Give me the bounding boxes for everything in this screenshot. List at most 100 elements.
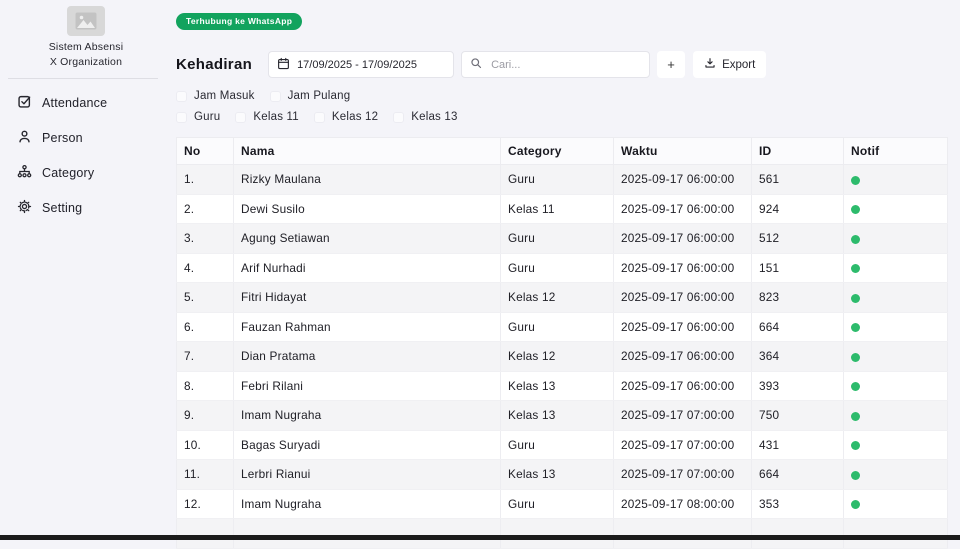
cell-id: 151 bbox=[751, 253, 844, 283]
table-row: 3. Agung Setiawan Guru 2025-09-17 06:00:… bbox=[176, 223, 948, 254]
column-header-nama: Nama bbox=[233, 137, 501, 165]
notif-dot bbox=[851, 293, 860, 303]
cell-id: 750 bbox=[751, 400, 844, 431]
table-row: 8. Febri Rilani Kelas 13 2025-09-17 06:0… bbox=[176, 371, 948, 401]
toolbar: Kehadiran 17/09/2025 - 17/09/2025 Cari..… bbox=[176, 51, 948, 78]
sidebar-item-label: Category bbox=[42, 165, 95, 180]
calendar-icon bbox=[277, 57, 290, 73]
cell-notif bbox=[843, 164, 948, 195]
cell-id: 512 bbox=[751, 223, 844, 254]
window-bottom-edge bbox=[0, 535, 960, 540]
cell-category: Kelas 13 bbox=[500, 459, 614, 490]
cell-waktu: 2025-09-17 06:00:00 bbox=[613, 223, 752, 254]
cell-category: Guru bbox=[500, 253, 614, 283]
filter-option[interactable]: Jam Pulang bbox=[269, 90, 351, 102]
table-row: 6. Fauzan Rahman Guru 2025-09-17 06:00:0… bbox=[176, 312, 948, 342]
cell-waktu: 2025-09-17 06:00:00 bbox=[613, 282, 752, 313]
sidebar-item-person[interactable]: Person bbox=[0, 120, 172, 155]
cell-id: 664 bbox=[751, 459, 844, 490]
cell-notif bbox=[843, 194, 948, 224]
export-button-label: Export bbox=[722, 58, 756, 71]
date-range-picker[interactable]: 17/09/2025 - 17/09/2025 bbox=[268, 51, 455, 78]
sidebar: Sistem Absensi X Organization Attendance bbox=[0, 0, 172, 540]
cell-waktu: 2025-09-17 06:00:00 bbox=[613, 341, 752, 372]
cell-id: 393 bbox=[751, 371, 844, 401]
cell-id: 364 bbox=[751, 341, 844, 372]
cell-category: Kelas 11 bbox=[500, 194, 614, 224]
gear-icon bbox=[17, 199, 32, 217]
sitemap-icon bbox=[17, 164, 32, 182]
cell-notif bbox=[843, 312, 948, 342]
notif-dot bbox=[851, 441, 860, 451]
filter-checkbox[interactable] bbox=[393, 111, 405, 123]
cell-nama: Febri Rilani bbox=[233, 371, 501, 401]
cell-waktu: 2025-09-17 07:00:00 bbox=[613, 430, 752, 460]
column-header-notif: Notif bbox=[843, 137, 948, 165]
logo-image-placeholder-icon bbox=[67, 6, 105, 36]
notif-dot bbox=[851, 234, 860, 244]
table-row: 12. Imam Nugraha Guru 2025-09-17 08:00:0… bbox=[176, 489, 948, 519]
table-row: 9. Imam Nugraha Kelas 13 2025-09-17 07:0… bbox=[176, 400, 948, 431]
filter-option[interactable]: Jam Masuk bbox=[176, 90, 255, 102]
filter-checkbox[interactable] bbox=[269, 90, 281, 102]
sidebar-item-category[interactable]: Category bbox=[0, 155, 172, 190]
filter-label: Guru bbox=[194, 111, 221, 123]
filter-option[interactable]: Kelas 13 bbox=[393, 111, 457, 123]
cell-nama: Imam Nugraha bbox=[233, 400, 501, 431]
cell-notif bbox=[843, 282, 948, 313]
add-button[interactable]: + bbox=[657, 51, 686, 78]
cell-no: 10. bbox=[176, 430, 234, 460]
filter-option[interactable]: Kelas 12 bbox=[313, 111, 378, 123]
table-row: 7. Dian Pratama Kelas 12 2025-09-17 06:0… bbox=[176, 341, 948, 372]
filter-row-time: Jam Masuk Jam Pulang bbox=[176, 89, 948, 103]
sidebar-item-attendance[interactable]: Attendance bbox=[0, 85, 172, 120]
cell-no: 2. bbox=[176, 194, 234, 224]
cell-category: Kelas 13 bbox=[500, 371, 614, 401]
filter-row-category: Guru Kelas 11 Kelas 12 Kelas 13 bbox=[176, 110, 948, 124]
filter-checkbox[interactable] bbox=[235, 111, 247, 123]
notif-dot bbox=[851, 500, 860, 510]
cell-category: Kelas 13 bbox=[500, 400, 614, 431]
filter-label: Kelas 13 bbox=[411, 111, 458, 123]
filter-checkbox[interactable] bbox=[176, 111, 187, 123]
cell-id: 431 bbox=[751, 430, 844, 460]
filter-checkbox[interactable] bbox=[176, 90, 187, 102]
notif-dot bbox=[851, 205, 860, 215]
app-subtitle: X Organization bbox=[49, 56, 123, 68]
cell-notif bbox=[843, 223, 948, 254]
sidebar-item-label: Person bbox=[42, 130, 83, 145]
cell-id: 561 bbox=[751, 164, 844, 195]
cell-no: 1. bbox=[176, 164, 234, 195]
cell-no: 6. bbox=[176, 312, 234, 342]
filter-option[interactable]: Kelas 11 bbox=[235, 111, 299, 123]
cell-no: 3. bbox=[176, 223, 234, 254]
whatsapp-status-badge: Terhubung ke WhatsApp bbox=[176, 13, 303, 30]
table-row-partial bbox=[176, 518, 948, 549]
cell-category: Guru bbox=[500, 164, 614, 195]
sidebar-divider bbox=[8, 78, 158, 79]
table-body: 1. Rizky Maulana Guru 2025-09-17 06:00:0… bbox=[176, 164, 948, 549]
cell-id: 353 bbox=[751, 489, 844, 519]
search-input[interactable] bbox=[489, 57, 642, 72]
cell-notif bbox=[843, 459, 948, 490]
column-header-waktu: Waktu bbox=[613, 137, 752, 165]
filter-checkbox[interactable] bbox=[313, 111, 325, 123]
table-row: 10. Bagas Suryadi Guru 2025-09-17 07:00:… bbox=[176, 430, 948, 460]
cell-no: 9. bbox=[176, 400, 234, 431]
column-header-id: ID bbox=[751, 137, 844, 165]
filter-option[interactable]: Guru bbox=[176, 111, 220, 123]
sidebar-item-setting[interactable]: Setting bbox=[0, 190, 172, 225]
search-box[interactable] bbox=[461, 51, 651, 78]
notif-dot bbox=[851, 411, 860, 421]
cell-nama: Bagas Suryadi bbox=[233, 430, 501, 460]
cell-no: 11. bbox=[176, 459, 234, 490]
notif-dot bbox=[851, 470, 860, 480]
cell-no: 7. bbox=[176, 341, 234, 372]
cell-waktu: 2025-09-17 06:00:00 bbox=[613, 194, 752, 224]
export-button[interactable]: Export bbox=[693, 51, 767, 78]
column-header-category: Category bbox=[500, 137, 614, 165]
cell-category: Guru bbox=[500, 489, 614, 519]
cell-id: 924 bbox=[751, 194, 844, 224]
cell-waktu: 2025-09-17 08:00:00 bbox=[613, 489, 752, 519]
filter-label: Jam Pulang bbox=[287, 90, 351, 102]
